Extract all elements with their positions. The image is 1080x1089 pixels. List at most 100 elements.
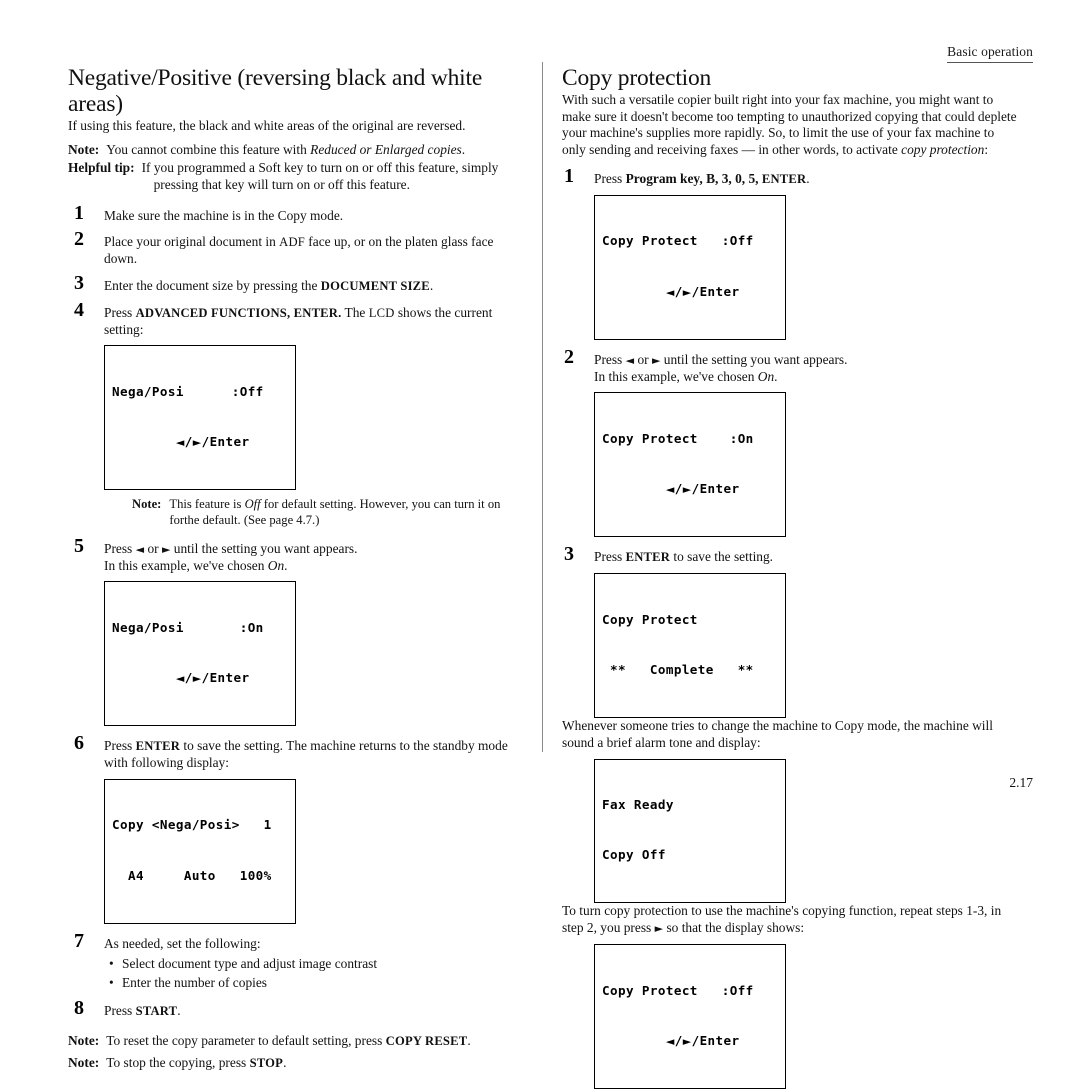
step-text-b: . — [429, 278, 434, 293]
lcd-line-2: ◄/►/Enter — [602, 481, 778, 498]
step-2: 2 Place your original document in ADF fa… — [68, 229, 523, 268]
lcd-line2-suffix: /Enter — [691, 481, 740, 497]
step-text: Make sure the machine is in the Copy mod… — [104, 207, 344, 223]
note-label: Note: — [68, 141, 100, 157]
step-number: 8 — [74, 997, 84, 1020]
step-text-e: . — [284, 557, 288, 573]
left-arrow-icon: ◄ — [625, 353, 635, 367]
note-text: You cannot combine this feature with Red… — [99, 142, 523, 159]
turnoff-paragraph: To turn copy protection to use the machi… — [562, 903, 1020, 937]
step-3: 3 Enter the document size by pressing th… — [68, 273, 523, 295]
intro-text-italic: copy protection — [901, 142, 985, 158]
lcd-line2-suffix: /Enter — [201, 434, 250, 450]
lcd-line2-mid: / — [184, 670, 193, 686]
step-text: Press Program key, B, 3, 0, 5, ENTER. — [594, 171, 810, 186]
cp-step-3: 3 Press ENTER to save the setting. Copy … — [562, 544, 1020, 718]
step-text-a: Press — [594, 549, 626, 565]
left-arrow-icon: ◄ — [665, 483, 675, 497]
note-text-a: You cannot combine this feature with — [106, 141, 311, 157]
lcd-line-2: ◄/►/Enter — [112, 670, 288, 687]
step-1: 1 Make sure the machine is in the Copy m… — [68, 203, 523, 225]
tip-text-line2: pressing that key will turn on or off th… — [153, 176, 410, 192]
lcd-line-1: Copy Protect :On — [602, 430, 754, 446]
column-divider — [542, 62, 543, 752]
lcd-line-2: A4 Auto 100% — [112, 867, 272, 883]
key-name-program-sequence: Program key, B, 3, 0, 5, — [625, 171, 759, 187]
key-name-enter: ENTER — [625, 550, 671, 565]
lcd-line2-mid: / — [674, 283, 683, 299]
key-name-enter: ENTER — [135, 739, 181, 754]
step-7: 7 As needed, set the following: Select d… — [68, 931, 523, 993]
note-text: This feature is Off for default setting.… — [161, 497, 523, 528]
lcd-line-2: ◄/►/Enter — [602, 284, 778, 301]
left-arrow-icon: ◄ — [665, 1034, 675, 1048]
end-note-1: Note: To reset the copy parameter to def… — [68, 1033, 523, 1050]
step-number: 6 — [74, 732, 84, 755]
lcd-line-2: ◄/►/Enter — [602, 1033, 778, 1050]
step-text: Press ADVANCED FUNCTIONS, ENTER. The LCD… — [104, 305, 492, 337]
right-intro-paragraph: With such a versatile copier built right… — [562, 92, 1020, 159]
turnoff-text-b: so that the display shows: — [663, 920, 805, 936]
lcd-line-1: Nega/Posi :Off — [112, 383, 264, 399]
step-text-b: The — [341, 304, 369, 320]
lcd-display-fax-ready: Fax Ready Copy Off — [594, 758, 786, 904]
step-text: Press ENTER to save the setting. The mac… — [104, 738, 508, 770]
key-name-enter: ENTER — [761, 172, 807, 187]
lcd-line2-prefix — [602, 481, 666, 496]
key-name-adf: ADF — [279, 235, 305, 250]
right-arrow-icon: ► — [682, 483, 692, 497]
step-text-a: Enter the document size by pressing the — [104, 278, 321, 293]
key-name-advanced-functions-enter: ADVANCED FUNCTIONS, ENTER. — [135, 305, 342, 320]
note-text: To stop the copying, press STOP. — [99, 1055, 523, 1072]
lcd-line2-suffix: /Enter — [201, 670, 250, 686]
note-text-a: This feature is — [169, 497, 245, 512]
right-arrow-icon: ► — [192, 672, 202, 686]
left-arrow-icon: ◄ — [665, 285, 675, 299]
lcd-line2-mid: / — [184, 434, 193, 450]
lcd-line2-suffix: /Enter — [691, 1032, 740, 1048]
step-number: 1 — [564, 165, 574, 188]
step-number: 2 — [564, 345, 574, 368]
lcd-line-1: Copy Protect :Off — [602, 982, 754, 998]
note-label: Note: — [68, 1033, 100, 1049]
lcd-line-1: Fax Ready — [602, 797, 674, 813]
step-5: 5 Press ◄ or ► until the setting you wan… — [68, 536, 523, 727]
step-text-d: In this example, we've chosen — [594, 368, 758, 384]
step-text-a: Press — [104, 738, 136, 754]
step-number: 4 — [74, 298, 84, 321]
step-number: 3 — [74, 272, 84, 294]
step-6: 6 Press ENTER to save the setting. The m… — [68, 733, 523, 924]
intro-text-b: : — [984, 142, 989, 158]
step-text: Press ◄ or ► until the setting you want … — [104, 541, 357, 573]
step-text-c: until the setting you want appears. — [170, 540, 358, 556]
step-8: 8 Press START. — [68, 998, 523, 1020]
step-text-a: Press — [104, 1003, 136, 1019]
note-label: Note: — [132, 497, 162, 512]
lcd-line2-mid: / — [674, 481, 683, 497]
tip-text: If you programmed a Soft key to turn on … — [135, 160, 523, 193]
right-column: Copy protection With such a versatile co… — [562, 65, 1020, 1089]
step-text-b: . — [177, 1003, 181, 1019]
note-text-a: To reset the copy parameter to default s… — [106, 1033, 386, 1049]
lcd-display-copy-standby: Copy <Nega/Posi> 1 A4 Auto 100% — [104, 778, 296, 924]
lcd-line2-mid: / — [674, 1032, 683, 1048]
right-arrow-icon: ► — [682, 285, 692, 299]
running-header: Basic operation — [947, 44, 1033, 63]
lcd-line-2: Copy Off — [602, 847, 666, 863]
key-name-copy-reset: COPY RESET — [385, 1034, 468, 1049]
left-tip-row: Helpful tip: If you programmed a Soft ke… — [68, 160, 523, 193]
step-7-bullet-list: Select document type and adjust image co… — [104, 954, 523, 993]
step-text: Press ENTER to save the setting. — [594, 549, 773, 564]
step-text-a: Press — [104, 540, 136, 556]
list-item: Select document type and adjust image co… — [109, 954, 523, 974]
lcd-line2-prefix — [112, 670, 176, 685]
document-page: Basic operation Negative/Positive (rever… — [0, 0, 1080, 1089]
page-number: 2.17 — [1009, 775, 1033, 790]
lcd-display-copy-protect-on: Copy Protect :On ◄/►/Enter — [594, 392, 786, 538]
lcd-display-copy-protect-complete: Copy Protect ** Complete ** — [594, 573, 786, 718]
key-name-stop: STOP — [249, 1055, 284, 1070]
right-arrow-icon: ► — [192, 436, 202, 450]
lcd-line-1: Copy <Nega/Posi> 1 — [112, 817, 272, 833]
lcd-line-2: ** Complete ** — [602, 661, 754, 677]
step-text-b: to save the setting. — [670, 549, 774, 565]
